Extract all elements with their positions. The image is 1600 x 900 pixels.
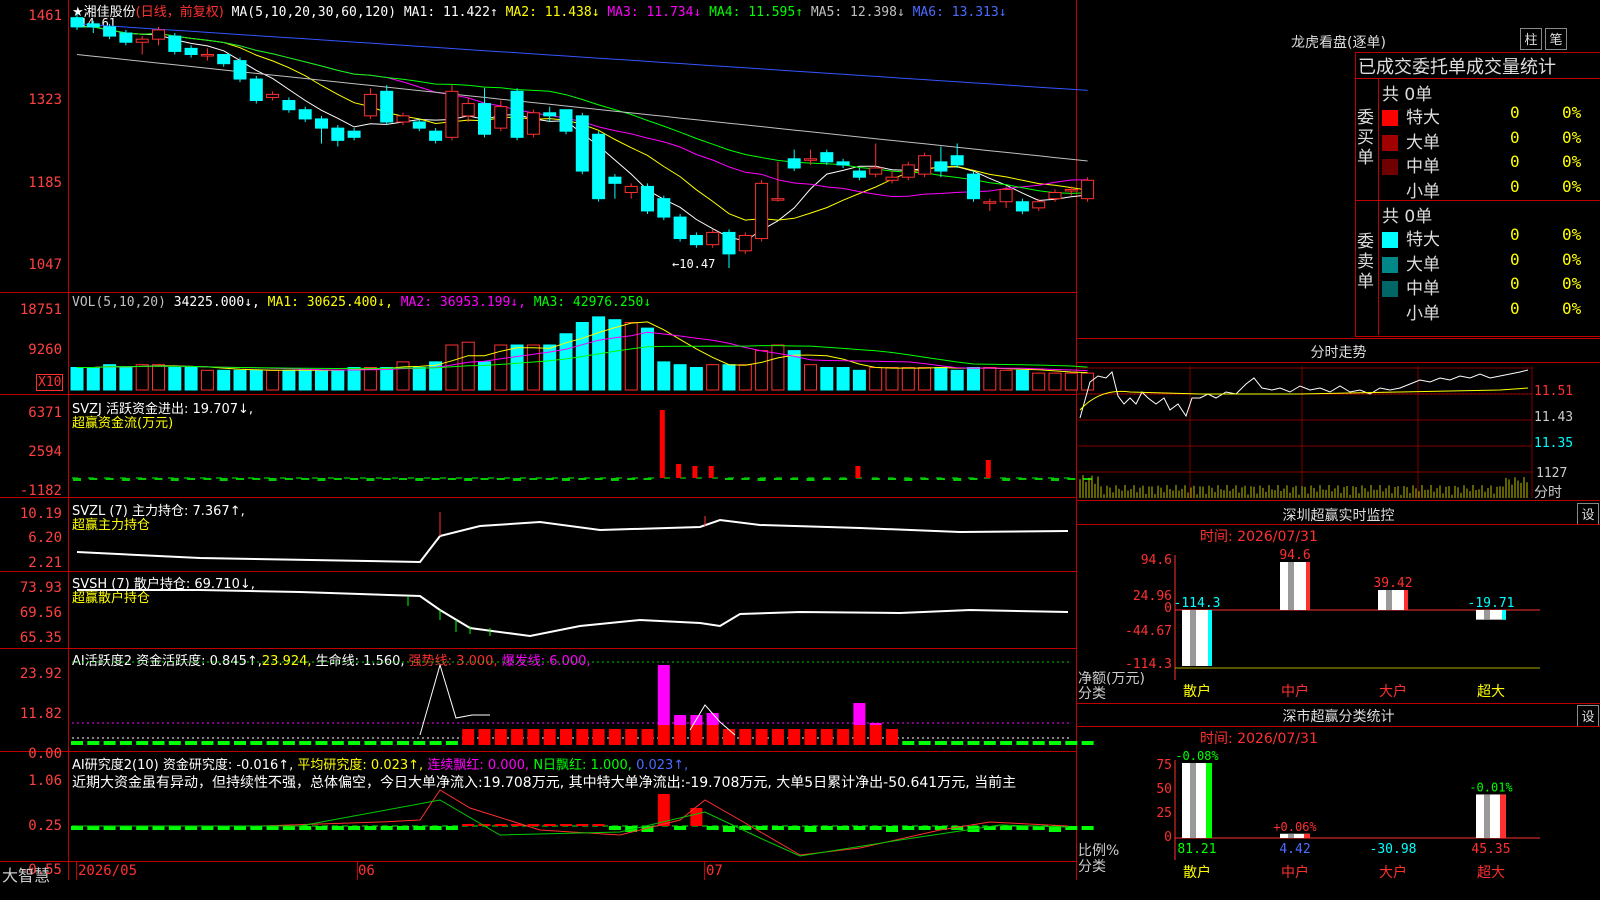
sz-class-category: 大户 xyxy=(1379,864,1407,881)
sz-class-category: 超大 xyxy=(1477,865,1505,881)
sz-class-category: 散户 xyxy=(1183,864,1211,881)
sz-class-value-label: 81.21 xyxy=(1177,842,1216,857)
sz-class-change-label: +0.06% xyxy=(1273,820,1317,834)
sz-class-bar-edge xyxy=(1206,763,1212,838)
sz-class-bar-shade xyxy=(1288,833,1294,838)
sz-class-change-label: -0.01% xyxy=(1469,780,1513,794)
sz-class-bar-chart[interactable]: -0.08% 81.21 散户 +0.06% 4.42 中户 -30.98 大户 -0.01% 4… xyxy=(0,0,1600,900)
sz-class-bar-shade xyxy=(1484,794,1490,838)
sz-class-value-label: -30.98 xyxy=(1370,842,1417,857)
sz-class-category: 中户 xyxy=(1281,864,1309,881)
sz-class-bar-edge xyxy=(1304,833,1310,838)
sz-class-value-label: 45.35 xyxy=(1471,842,1510,857)
sz-class-bar-shade xyxy=(1190,763,1196,838)
sz-class-bar-edge xyxy=(1500,794,1506,838)
sz-class-value-label: 4.42 xyxy=(1279,842,1310,857)
sz-class-change-label: -0.08% xyxy=(1175,749,1219,763)
